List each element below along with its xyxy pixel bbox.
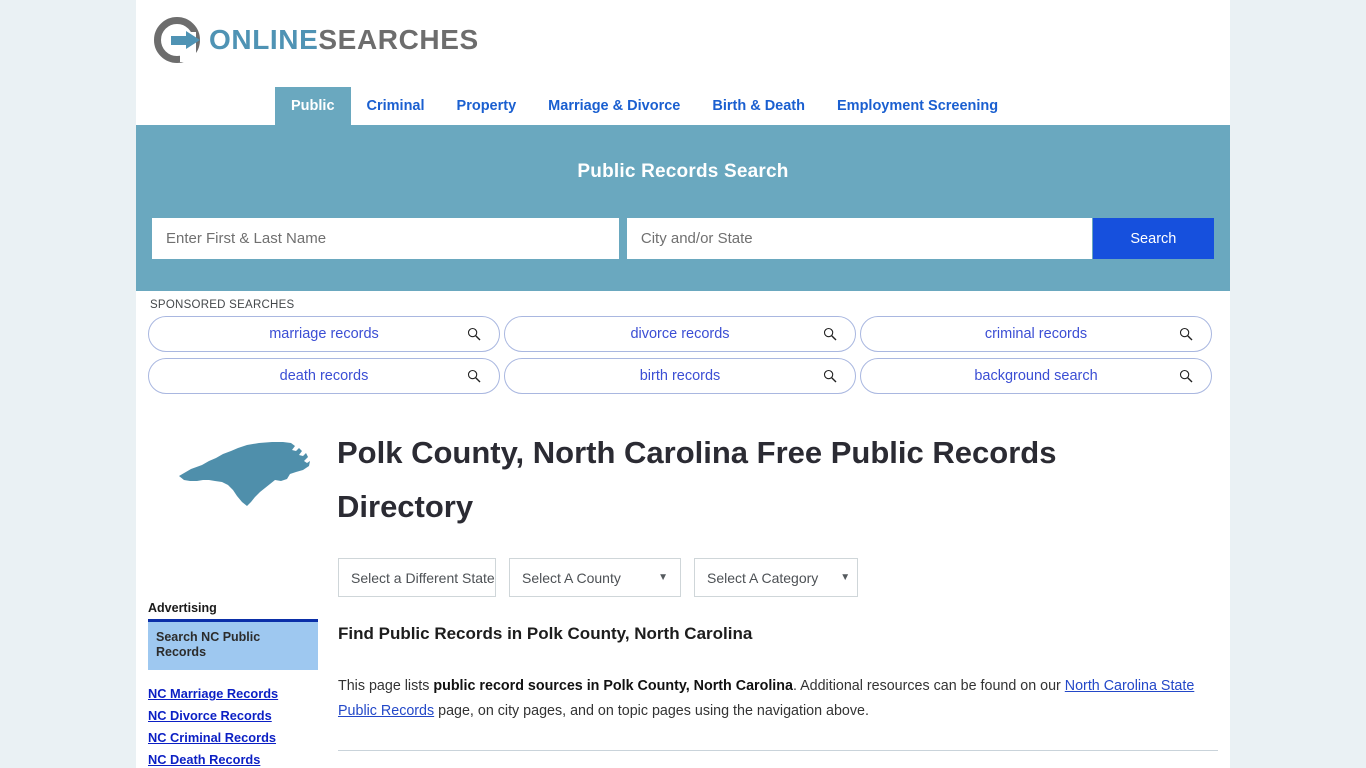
county-select[interactable]: Select A County ▼	[509, 558, 681, 597]
site-logo[interactable]: ONLINESEARCHES	[154, 16, 479, 64]
nav-item-public[interactable]: Public	[275, 87, 351, 125]
public-records-search-panel: Public Records Search Search	[136, 125, 1230, 291]
nav-item-marriage-divorce[interactable]: Marriage & Divorce	[532, 87, 696, 125]
search-button[interactable]: Search	[1092, 218, 1214, 259]
filter-selectors: Select a Different State ▼ Select A Coun…	[338, 558, 871, 597]
sponsored-searches-label: SPONSORED SEARCHES	[150, 299, 295, 311]
page-root: ONLINESEARCHES Public Criminal Property …	[0, 0, 1366, 768]
state-select-label: Select a Different State	[351, 569, 495, 586]
sponsored-pill-label: background search	[974, 368, 1098, 384]
sponsored-pill-birth-records[interactable]: birth records	[504, 358, 856, 394]
sidebar-link-nc-divorce-records[interactable]: NC Divorce Records	[148, 708, 318, 723]
sponsored-pill-criminal-records[interactable]: criminal records	[860, 316, 1212, 352]
search-icon	[1179, 369, 1193, 383]
search-icon	[823, 369, 837, 383]
sidebar-link-nc-criminal-records[interactable]: NC Criminal Records	[148, 730, 318, 745]
state-select[interactable]: Select a Different State ▼	[338, 558, 527, 597]
sponsored-pill-background-search[interactable]: background search	[860, 358, 1212, 394]
sidebar-link-nc-marriage-records[interactable]: NC Marriage Records	[148, 686, 318, 701]
nav-item-property[interactable]: Property	[441, 87, 533, 125]
search-icon	[1179, 327, 1193, 341]
main-body-column: Find Public Records in Polk County, Nort…	[338, 624, 1218, 768]
nav-item-criminal[interactable]: Criminal	[351, 87, 441, 125]
page-title: Polk County, North Carolina Free Public …	[337, 435, 1057, 524]
logo-text-online: ONLINE	[209, 24, 319, 55]
sponsored-pill-label: criminal records	[984, 326, 1088, 342]
search-icon	[467, 369, 481, 383]
paragraph-text-3: page, on city pages, and on topic pages …	[434, 703, 869, 719]
category-select-label: Select A Category	[707, 569, 819, 586]
north-carolina-map-icon	[179, 442, 310, 506]
sponsored-pill-label: divorce records	[630, 326, 730, 342]
sponsored-pill-divorce-records[interactable]: divorce records	[504, 316, 856, 352]
intro-paragraph: This page lists public record sources in…	[338, 674, 1218, 724]
sponsored-searches-section: SPONSORED SEARCHES marriage records divo…	[136, 291, 1230, 400]
sponsored-pill-label: death records	[279, 368, 369, 384]
sponsored-pill-grid: marriage records divorce records crimina…	[136, 316, 1230, 400]
advertising-sidebar: Advertising Search NC Public Records NC …	[148, 601, 318, 768]
hero-title: Public Records Search	[577, 161, 789, 182]
sidebar-link-nc-death-records[interactable]: NC Death Records	[148, 752, 318, 767]
nav-item-employment-screening[interactable]: Employment Screening	[821, 87, 1014, 125]
section-heading: Find Public Records in Polk County, Nort…	[338, 624, 753, 643]
paragraph-text-1: This page lists	[338, 678, 434, 694]
sponsored-pill-label: birth records	[639, 368, 721, 384]
search-icon	[467, 327, 481, 341]
advertising-promo-box[interactable]: Search NC Public Records	[148, 622, 318, 670]
sponsored-pill-death-records[interactable]: death records	[148, 358, 500, 394]
advertising-heading: Advertising	[148, 601, 318, 622]
category-select[interactable]: Select A Category ▼	[694, 558, 858, 597]
logo-wordmark: ONLINESEARCHES	[209, 24, 479, 56]
page-title-block: Polk County, North Carolina Free Public …	[136, 412, 1230, 534]
sponsored-pill-label: marriage records	[269, 326, 379, 342]
paragraph-bold-1: public record sources in Polk County, No…	[433, 678, 793, 694]
search-icon	[823, 327, 837, 341]
nav-item-birth-death[interactable]: Birth & Death	[696, 87, 821, 125]
sponsored-pill-marriage-records[interactable]: marriage records	[148, 316, 500, 352]
section-divider	[338, 750, 1218, 751]
content-container: ONLINESEARCHES Public Criminal Property …	[136, 0, 1230, 768]
advertising-link-list: NC Marriage Records NC Divorce Records N…	[148, 686, 318, 768]
county-select-label: Select A County	[522, 569, 621, 586]
chevron-down-icon: ▼	[658, 571, 668, 583]
logo-text-searches: SEARCHES	[318, 24, 479, 55]
chevron-down-icon: ▼	[840, 571, 851, 583]
circle-arrow-logo-icon	[154, 17, 200, 63]
paragraph-text-2: . Additional resources can be found on o…	[792, 678, 1065, 694]
location-search-input[interactable]	[626, 218, 1092, 259]
name-search-input[interactable]	[152, 218, 619, 259]
main-navigation: Public Criminal Property Marriage & Divo…	[136, 87, 1230, 125]
search-form: Search	[152, 218, 1214, 259]
